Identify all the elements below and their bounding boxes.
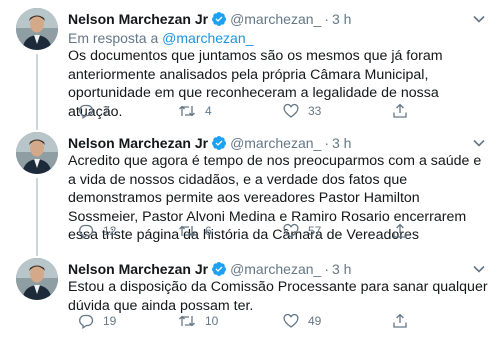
share-icon xyxy=(392,223,408,239)
retweet-icon xyxy=(178,313,196,329)
reply-button[interactable]: 7 xyxy=(78,101,110,121)
like-button[interactable]: 57 xyxy=(283,221,321,241)
retweet-count: 10 xyxy=(205,314,219,328)
retweet-button[interactable]: 4 xyxy=(178,101,212,121)
chevron-down-icon[interactable] xyxy=(472,12,486,26)
retweet-icon xyxy=(178,223,196,239)
like-icon xyxy=(283,223,299,239)
reply-handle-link[interactable]: @marchezan_ xyxy=(162,30,253,46)
timestamp[interactable]: 3 h xyxy=(332,261,351,277)
author-handle[interactable]: @marchezan_ xyxy=(230,11,321,27)
like-icon xyxy=(283,103,299,119)
tweet-3[interactable]: Nelson Marchezan Jr @marchezan_ · 3 h Estou… xyxy=(0,250,500,339)
reply-icon xyxy=(78,103,94,119)
tweet-header: Nelson Marchezan Jr @marchezan_ · 3 h xyxy=(68,134,351,152)
avatar[interactable] xyxy=(16,132,58,174)
reply-count: 12 xyxy=(103,224,117,238)
tweet-actions: 7 4 33 xyxy=(60,101,480,121)
share-button[interactable] xyxy=(392,221,408,241)
reply-prefix: Em resposta a xyxy=(68,30,159,46)
author-name[interactable]: Nelson Marchezan Jr xyxy=(68,11,208,27)
author-name[interactable]: Nelson Marchezan Jr xyxy=(68,135,208,151)
retweet-button[interactable]: 6 xyxy=(178,221,212,241)
retweet-icon xyxy=(178,103,196,119)
thread-line xyxy=(36,54,38,124)
author-handle[interactable]: @marchezan_ xyxy=(230,261,321,277)
share-button[interactable] xyxy=(392,101,408,121)
tweet-text: Estou a disposição da Comissão Processan… xyxy=(68,279,488,314)
author-name[interactable]: Nelson Marchezan Jr xyxy=(68,261,208,277)
chevron-down-icon[interactable] xyxy=(472,136,486,150)
tweet-1[interactable]: Nelson Marchezan Jr @marchezan_ · 3 h Em re… xyxy=(0,0,500,124)
like-button[interactable]: 33 xyxy=(283,101,321,121)
share-button[interactable] xyxy=(392,311,408,331)
share-icon xyxy=(392,313,408,329)
reply-icon xyxy=(78,313,94,329)
thread-line xyxy=(36,178,38,250)
tweet-header: Nelson Marchezan Jr @marchezan_ · 3 h xyxy=(68,10,351,28)
tweet-actions: 19 10 49 xyxy=(60,311,480,331)
reply-count: 7 xyxy=(103,104,110,118)
reply-icon xyxy=(78,223,94,239)
tweet-header: Nelson Marchezan Jr @marchezan_ · 3 h xyxy=(68,260,351,278)
chevron-down-icon[interactable] xyxy=(472,262,486,276)
reply-context: Em resposta a @marchezan_ xyxy=(68,29,253,47)
thread-line xyxy=(36,124,38,130)
tweet-2[interactable]: Nelson Marchezan Jr @marchezan_ · 3 h Acred… xyxy=(0,124,500,250)
avatar[interactable] xyxy=(16,258,58,300)
avatar[interactable] xyxy=(16,8,58,50)
timestamp[interactable]: 3 h xyxy=(332,135,351,151)
retweet-count: 6 xyxy=(205,224,212,238)
timestamp[interactable]: 3 h xyxy=(332,11,351,27)
retweet-button[interactable]: 10 xyxy=(178,311,218,331)
like-button[interactable]: 49 xyxy=(283,311,321,331)
separator: · xyxy=(324,11,329,27)
share-icon xyxy=(392,103,408,119)
reply-button[interactable]: 19 xyxy=(78,311,116,331)
separator: · xyxy=(324,135,329,151)
reply-count: 19 xyxy=(103,314,117,328)
tweet-actions: 12 6 57 xyxy=(60,221,480,241)
like-icon xyxy=(283,313,299,329)
like-count: 57 xyxy=(308,224,322,238)
retweet-count: 4 xyxy=(205,104,212,118)
reply-button[interactable]: 12 xyxy=(78,221,116,241)
thread-line xyxy=(36,250,38,256)
separator: · xyxy=(324,261,329,277)
author-handle[interactable]: @marchezan_ xyxy=(230,135,321,151)
verified-badge-icon xyxy=(211,11,227,31)
like-count: 33 xyxy=(308,104,322,118)
like-count: 49 xyxy=(308,314,322,328)
